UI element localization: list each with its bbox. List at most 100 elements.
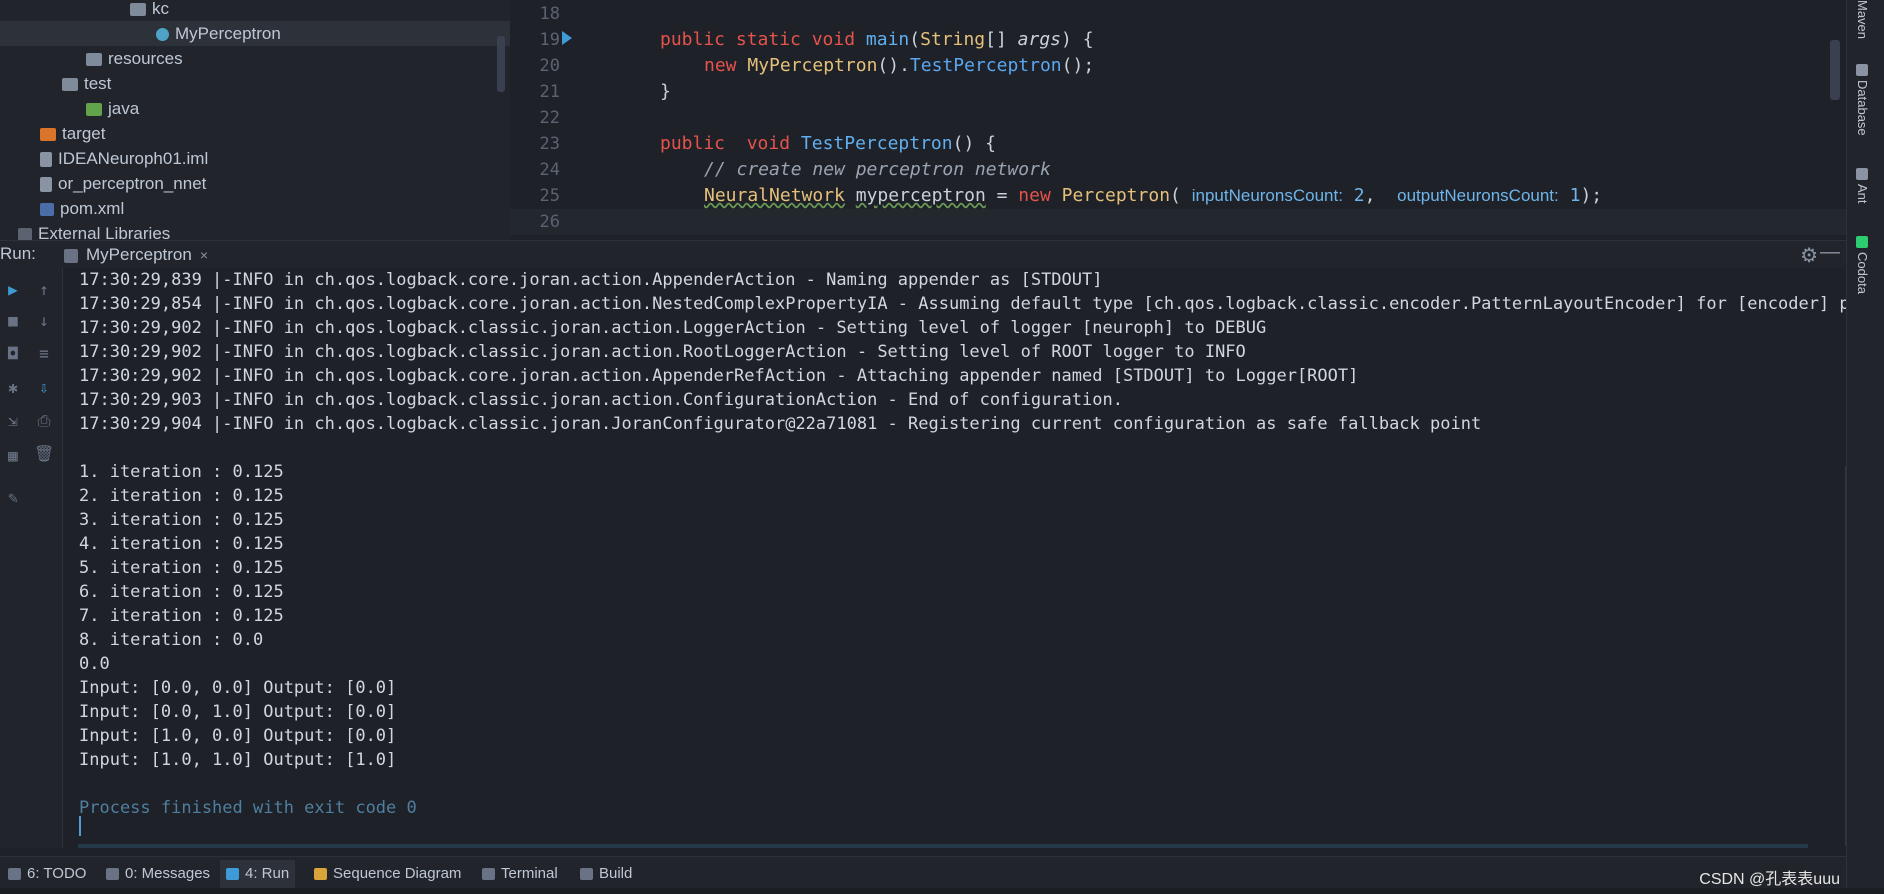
code-line-20: new MyPerceptron().TestPerceptron();: [704, 53, 1094, 79]
debug-icon[interactable]: ✱: [3, 378, 23, 398]
tree-item-label: External Libraries: [38, 224, 171, 240]
tree-item[interactable]: java: [0, 96, 510, 121]
soft-wrap-icon[interactable]: ≡: [34, 344, 54, 364]
tab-terminal[interactable]: Terminal: [482, 864, 558, 884]
resources-folder-icon: [86, 53, 102, 67]
tab-todo[interactable]: 6: TODO: [8, 864, 86, 884]
tab-label: Maven: [1855, 0, 1870, 40]
class-name: MyPerceptron: [747, 55, 878, 76]
tree-item-selected[interactable]: MyPerceptron: [0, 21, 510, 46]
tree-scrollbar[interactable]: [497, 36, 505, 92]
tree-item[interactable]: target: [0, 121, 510, 146]
tree-item[interactable]: test: [0, 71, 510, 96]
keyword: public void: [660, 133, 791, 154]
punct: (: [909, 29, 921, 50]
line-number: 26: [539, 212, 560, 232]
tab-run[interactable]: 4: Run: [220, 860, 296, 888]
rerun-icon[interactable]: ▶: [3, 280, 23, 300]
project-tree: kc MyPerceptron resources test java targ…: [0, 0, 510, 240]
close-icon[interactable]: ×: [200, 247, 208, 263]
line-number: 23: [539, 134, 560, 154]
console-line: 6. iteration : 0.125: [79, 582, 284, 602]
editor-scrollbar[interactable]: [1830, 40, 1840, 100]
tree-item[interactable]: External Libraries: [0, 221, 510, 240]
console-line: 1. iteration : 0.125: [79, 462, 284, 482]
console-line: 3. iteration : 0.125: [79, 510, 284, 530]
print-icon[interactable]: ⎙: [34, 411, 54, 431]
run-console[interactable]: 17:30:29,839 |-INFO in ch.qos.logback.co…: [63, 268, 1846, 848]
trash-icon[interactable]: 🗑: [34, 444, 54, 464]
minimize-icon[interactable]: —: [1820, 241, 1840, 264]
ide-window: kc MyPerceptron resources test java targ…: [0, 0, 1884, 894]
terminal-icon: [482, 868, 495, 881]
codota-tab[interactable]: Codota: [1855, 236, 1870, 294]
console-horizontal-scrollbar[interactable]: [78, 844, 1808, 848]
ant-tab[interactable]: Ant: [1855, 168, 1870, 204]
console-line: 17:30:29,902 |-INFO in ch.qos.logback.co…: [79, 366, 1359, 386]
tab-messages[interactable]: 0: Messages: [106, 864, 210, 884]
tree-item-label: test: [84, 74, 112, 93]
console-vertical-scrollbar[interactable]: [1845, 466, 1846, 846]
code-line-25: NeuralNetwork myperceptron = new Percept…: [704, 183, 1602, 209]
current-line-highlight: [510, 209, 1846, 235]
tree-item[interactable]: pom.xml: [0, 196, 510, 221]
code-editor[interactable]: 18 19 20 21 22 23 24 25 26 public static…: [510, 0, 1846, 240]
parameter-hint: inputNeuronsCount:: [1191, 186, 1343, 205]
tab-label: Database: [1855, 80, 1870, 136]
tree-item[interactable]: or_perceptron_nnet: [0, 171, 510, 196]
arrow-down-icon[interactable]: ↓: [34, 311, 54, 331]
gear-icon[interactable]: ⚙: [1800, 243, 1818, 268]
tree-item[interactable]: resources: [0, 46, 510, 71]
tab-label: Terminal: [501, 865, 558, 882]
tree-item-label: MyPerceptron: [175, 24, 281, 43]
camera-icon[interactable]: ◘: [3, 344, 23, 364]
console-line: 17:30:29,902 |-INFO in ch.qos.logback.cl…: [79, 318, 1267, 338]
line-number: 24: [539, 160, 560, 180]
run-tab-myperceptron[interactable]: MyPerceptron ×: [56, 241, 217, 271]
codota-icon: [1856, 236, 1868, 248]
messages-icon: [106, 868, 119, 881]
console-line: 4. iteration : 0.125: [79, 534, 284, 554]
tab-label: Build: [599, 865, 633, 882]
console-line: 17:30:29,903 |-INFO in ch.qos.logback.cl…: [79, 390, 1123, 410]
sequence-diagram-icon: [314, 868, 327, 881]
excluded-folder-icon: [40, 128, 56, 142]
line-number: 21: [539, 82, 560, 102]
layout-icon[interactable]: ▦: [3, 446, 23, 466]
ant-icon: [1856, 168, 1868, 180]
tree-item-label: or_perceptron_nnet: [58, 174, 207, 193]
type-name: NeuralNetwork: [704, 185, 845, 206]
parameter: args: [1017, 29, 1062, 50]
console-line: 0.0: [79, 654, 110, 674]
line-number: 20: [539, 56, 560, 76]
tree-item-label: kc: [152, 0, 169, 18]
pin-icon[interactable]: ✎: [3, 488, 23, 508]
arrow-up-icon[interactable]: ↑: [34, 280, 54, 300]
code-line-21: }: [660, 81, 671, 102]
run-panel-header: Run: MyPerceptron × ⚙ —: [0, 240, 1846, 271]
run-toolbar-secondary: ↑ ↓ ≡ ⇩ ⎙ 🗑: [26, 268, 63, 848]
todo-icon: [8, 868, 21, 881]
exit-icon[interactable]: ⇲: [3, 411, 23, 431]
tab-label: 0: Messages: [125, 865, 211, 882]
database-tab[interactable]: Database: [1855, 64, 1870, 136]
folder-icon: [130, 3, 146, 17]
line-number: 18: [539, 4, 560, 24]
stop-icon[interactable]: ■: [3, 311, 23, 331]
punct: ) {: [1061, 29, 1094, 50]
tree-item[interactable]: kc: [0, 0, 510, 21]
tab-sequence-diagram[interactable]: Sequence Diagram: [314, 864, 461, 884]
run-config-icon: [64, 248, 78, 263]
maven-tab[interactable]: Maven: [1855, 0, 1870, 39]
run-gutter-icon[interactable]: [562, 31, 572, 45]
tab-build[interactable]: Build: [580, 864, 632, 884]
method-call: TestPerceptron: [909, 55, 1062, 76]
method-name: TestPerceptron: [800, 133, 953, 154]
scroll-to-end-icon[interactable]: ⇩: [34, 378, 54, 398]
class-name: Perceptron: [1061, 185, 1171, 206]
tree-item[interactable]: IDEANeuroph01.iml: [0, 146, 510, 171]
console-line: 7. iteration : 0.125: [79, 606, 284, 626]
number-literal: 2: [1353, 185, 1365, 206]
tree-item-label: IDEANeuroph01.iml: [58, 149, 209, 168]
code-line-24: // create new perceptron network: [704, 159, 1051, 180]
